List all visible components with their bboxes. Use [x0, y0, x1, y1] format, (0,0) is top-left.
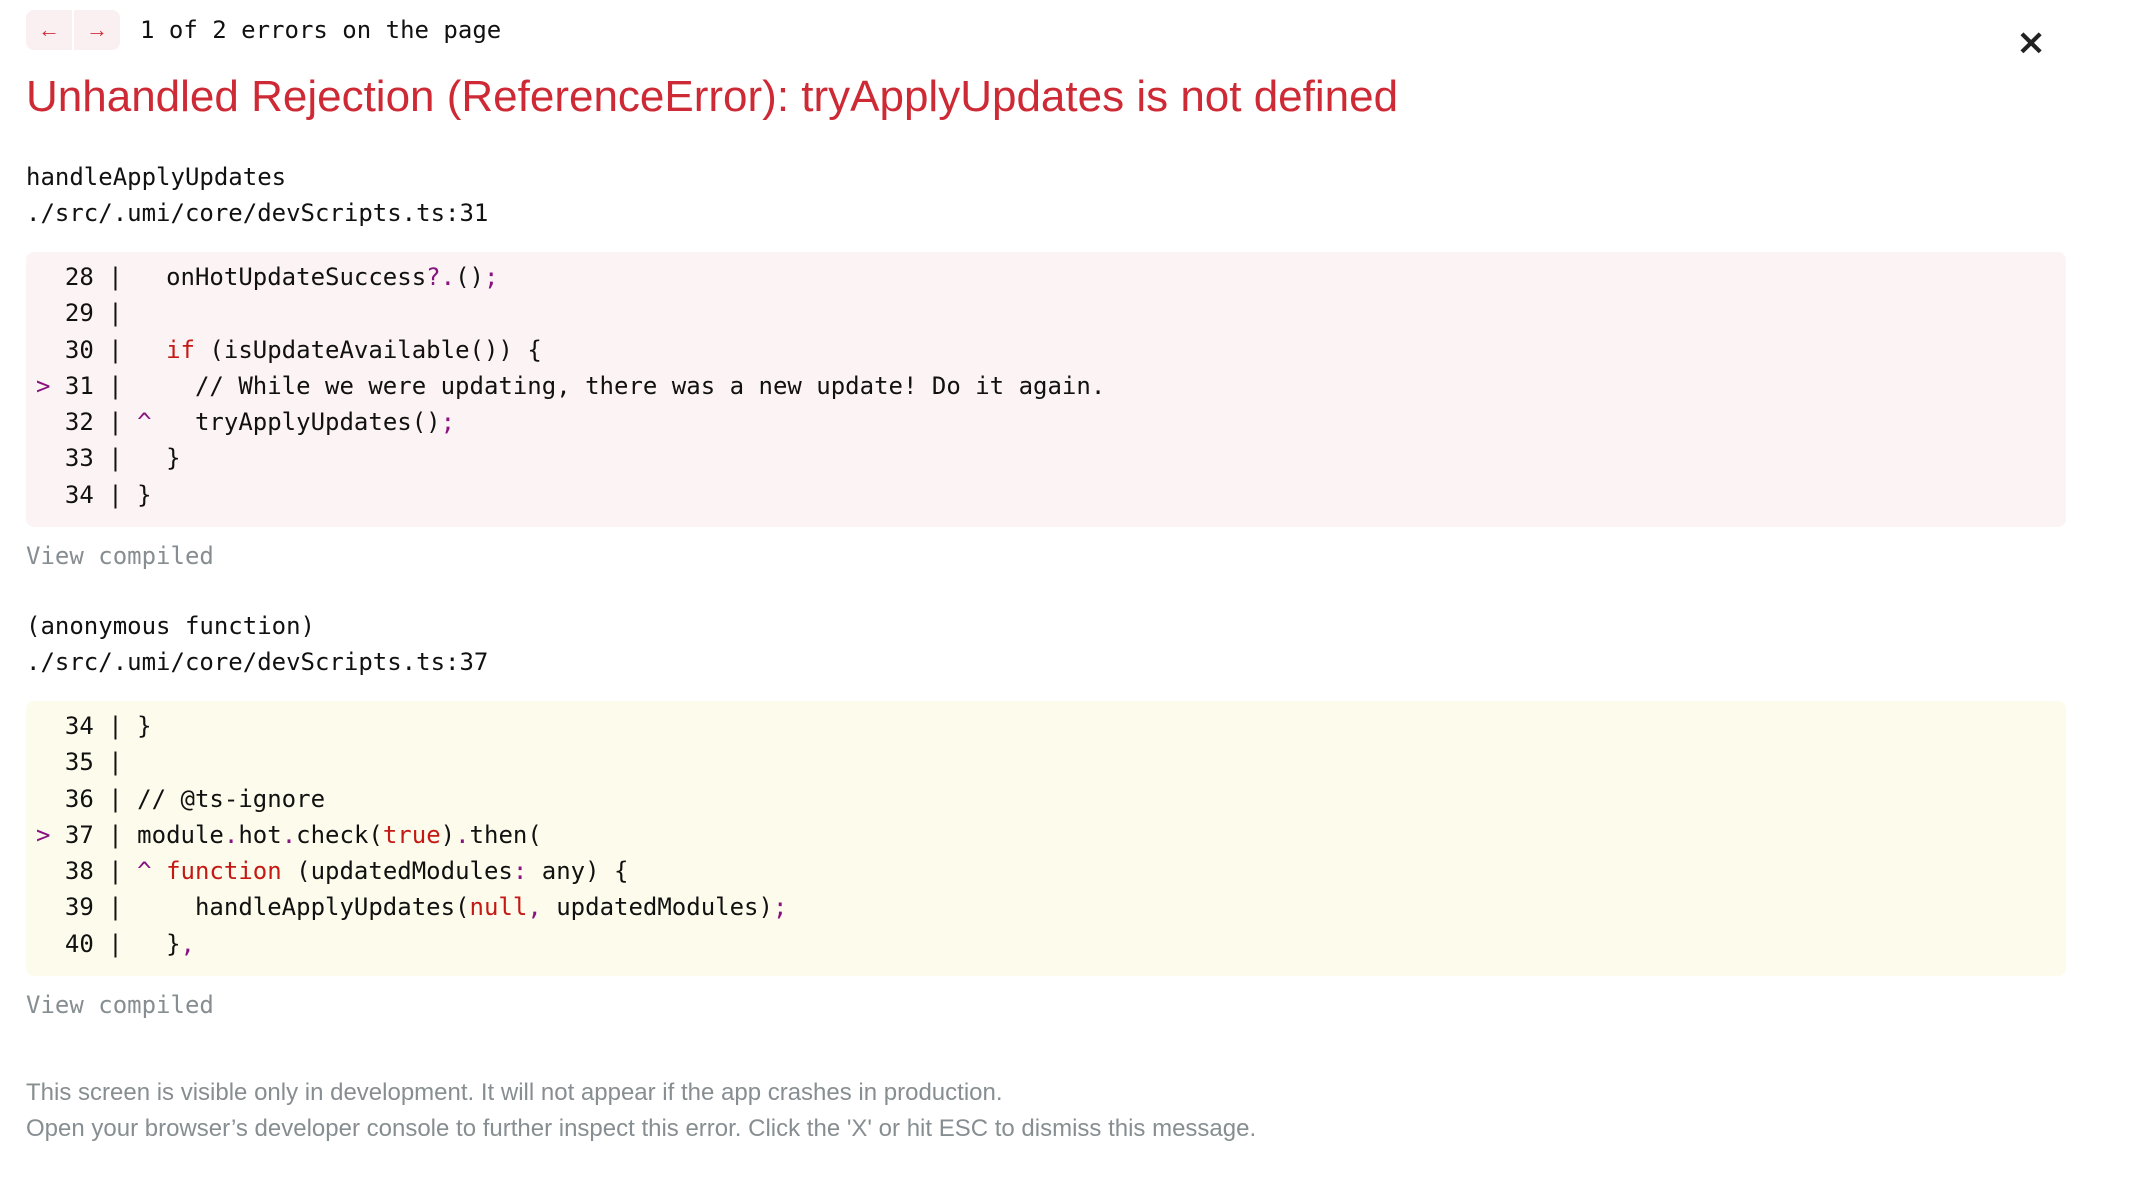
code-line: 38 | ^ function (updatedModules: any) {: [26, 853, 2066, 889]
code-token: handleApplyUpdates(: [137, 893, 470, 922]
code-token: ;: [440, 408, 456, 437]
code-token: }: [137, 444, 181, 473]
highlight-marker: [36, 930, 65, 958]
code-token: ,: [527, 893, 542, 922]
line-number: 34: [64, 712, 94, 740]
line-number: 28: [64, 263, 94, 291]
highlight-marker: [36, 748, 65, 776]
line-number: 39: [64, 893, 94, 922]
code-line: 39 | handleApplyUpdates(null, updatedMod…: [26, 889, 2066, 925]
code-token: .: [281, 820, 297, 849]
caret-marker: ^: [137, 408, 167, 437]
highlight-marker: [36, 336, 65, 364]
previous-error-button[interactable]: ←: [26, 10, 72, 50]
code-token: if: [166, 335, 195, 364]
line-number: 38: [64, 857, 94, 886]
line-number: 34: [64, 480, 94, 509]
footer-note: This screen is visible only in developme…: [26, 1079, 1003, 1106]
line-number: 33: [64, 444, 94, 473]
frame-location: ./src/.umi/core/devScripts.ts:31: [26, 199, 489, 227]
close-icon[interactable]: ×: [2016, 22, 2046, 63]
code-line: 28 | onHotUpdateSuccess?.();: [26, 259, 2066, 295]
code-token: check(: [296, 820, 383, 849]
code-line: 35 |: [26, 744, 2066, 780]
error-title: Unhandled Rejection (ReferenceError): tr…: [26, 72, 1399, 121]
frame-location: ./src/.umi/core/devScripts.ts:37: [26, 648, 489, 676]
caret-marker: ^: [137, 857, 167, 886]
line-number: 29: [64, 299, 94, 328]
code-token: updatedModules): [541, 893, 773, 922]
line-number: 31: [64, 371, 94, 400]
highlight-marker: [36, 299, 65, 327]
code-token: // While we were updating, there was a n…: [137, 371, 1106, 400]
code-token: }: [137, 480, 152, 509]
code-token: (isUpdateAvailable()) {: [194, 335, 542, 364]
highlight-marker: [36, 712, 65, 740]
code-token: module: [137, 820, 224, 849]
highlight-marker: [36, 408, 65, 436]
code-token: function: [166, 857, 282, 886]
code-line: 40 | },: [26, 926, 2066, 962]
code-line: > 31 | // While we were updating, there …: [36, 371, 1106, 400]
code-snippet: 34 | } 35 | 36 | // @ts-ignore > 37 | mod…: [26, 701, 2066, 976]
code-line: 29 |: [26, 295, 2066, 331]
line-number: 35: [64, 748, 94, 777]
view-compiled-link[interactable]: View compiled: [26, 542, 214, 570]
line-number: 36: [64, 784, 94, 813]
code-token: ,: [180, 929, 195, 958]
footer-note: Open your browser’s developer console to…: [26, 1115, 1257, 1142]
code-token: any) {: [527, 857, 629, 886]
highlight-marker: [36, 444, 65, 472]
code-token: :: [512, 857, 528, 886]
line-number: 30: [64, 335, 94, 364]
arrow-right-icon: →: [86, 17, 108, 42]
frame-function: (anonymous function): [26, 612, 315, 640]
line-number: 37: [64, 820, 94, 849]
code-token: onHotUpdateSuccess: [137, 263, 427, 291]
code-line: 36 | // @ts-ignore: [26, 781, 2066, 817]
code-token: true: [382, 820, 441, 849]
code-line: > 37 | module.hot.check(true).then(: [36, 820, 542, 849]
code-token: hot: [238, 820, 282, 849]
code-line: 34 | }: [26, 708, 2066, 744]
code-token: ?.: [426, 263, 456, 291]
highlight-marker: [36, 263, 65, 291]
next-error-button[interactable]: →: [74, 10, 120, 50]
code-line: 34 | }: [26, 477, 2066, 513]
code-line: 32 | ^ tryApplyUpdates();: [26, 404, 2066, 440]
highlight-marker: >: [36, 371, 65, 400]
highlight-marker: [36, 857, 65, 885]
frame-function: handleApplyUpdates: [26, 163, 287, 191]
highlight-marker: [36, 481, 65, 509]
code-snippet: 28 | onHotUpdateSuccess?.(); 29 | 30 | i…: [26, 252, 2066, 527]
code-token: // @ts-ignore: [137, 784, 326, 813]
highlight-marker: [36, 893, 65, 921]
highlight-marker: >: [36, 820, 65, 849]
highlight-marker: [36, 785, 65, 813]
code-token: (updatedModules: [281, 857, 513, 886]
arrow-left-icon: ←: [38, 17, 60, 42]
code-line: 33 | }: [26, 440, 2066, 476]
code-line: 30 | if (isUpdateAvailable()) {: [26, 332, 2066, 368]
code-token: then(: [469, 820, 542, 849]
error-count: 1 of 2 errors on the page: [140, 16, 502, 44]
code-token: ;: [483, 263, 499, 291]
code-token: tryApplyUpdates(): [166, 408, 441, 437]
code-token: .: [455, 820, 470, 849]
error-navigation: ← → 1 of 2 errors on the page: [26, 10, 501, 50]
view-compiled-link[interactable]: View compiled: [26, 991, 214, 1019]
code-token: ): [440, 820, 456, 849]
code-token: .: [223, 820, 239, 849]
code-token: (): [455, 263, 484, 291]
code-token: }: [137, 712, 152, 740]
line-number: 32: [64, 408, 94, 437]
code-token: null: [469, 893, 528, 922]
code-token: ;: [772, 893, 788, 922]
line-number: 40: [64, 929, 94, 958]
code-token: }: [137, 929, 181, 958]
